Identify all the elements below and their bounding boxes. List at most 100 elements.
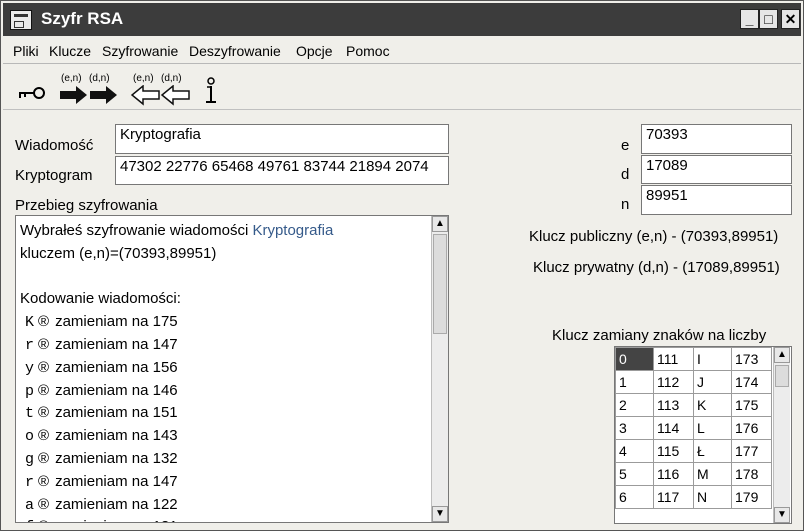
menu-szyfrowanie[interactable]: Szyfrowanie [102, 43, 178, 59]
table-scroll-thumb[interactable] [775, 365, 789, 387]
char-table-cell[interactable]: 114 [653, 416, 694, 440]
log-char: a [24, 496, 34, 514]
menu-pliki[interactable]: Pliki [13, 43, 39, 59]
log-arrow-symbol: ® [38, 404, 50, 422]
private-key-text: Klucz prywatny (d,n) - (17089,89951) [533, 259, 780, 276]
menu-pomoc[interactable]: Pomoc [346, 43, 390, 59]
char-table-cell[interactable]: K [693, 393, 732, 417]
char-table-cell[interactable]: 112 [653, 370, 694, 394]
char-table-cell[interactable]: 116 [653, 462, 694, 486]
log-scroll-down-button[interactable]: ▼ [432, 506, 448, 522]
log-number: 156 [152, 358, 178, 376]
log-arrow-symbol: ® [38, 358, 50, 376]
char-table-cell[interactable]: 113 [653, 393, 694, 417]
char-table-cell[interactable]: I [693, 347, 732, 371]
log-scroll-thumb[interactable] [433, 234, 447, 334]
char-table-cell[interactable]: 111 [653, 347, 694, 371]
d-label: d [621, 166, 630, 183]
info-button[interactable] [203, 77, 219, 110]
table-scroll-down-button[interactable]: ▼ [774, 507, 790, 523]
char-table-scrollbar[interactable]: ▲ ▼ [773, 347, 790, 523]
char-table-cell[interactable]: J [693, 370, 732, 394]
log-char: y [24, 359, 34, 377]
char-table-cell[interactable]: 5 [615, 462, 654, 486]
char-table-cell[interactable]: L [693, 416, 732, 440]
log-number: 143 [152, 427, 178, 445]
table-scroll-up-button[interactable]: ▲ [774, 347, 790, 363]
message-field[interactable]: Kryptografia [115, 124, 449, 154]
encrypt-en-label: (e,n) [61, 73, 82, 84]
char-table-row: 3 114 L 176 [615, 416, 772, 440]
char-table-cell[interactable]: 0 [615, 347, 654, 371]
app-icon [10, 10, 32, 30]
message-label: Wiadomość [15, 137, 94, 154]
n-field[interactable]: 89951 [641, 185, 792, 215]
char-table-cell[interactable]: 179 [731, 485, 772, 509]
key-icon [19, 87, 45, 99]
log-intro-key: kluczem (e,n)=(70393,89951) [20, 244, 217, 262]
char-table-cell[interactable]: Ł [693, 439, 732, 463]
log-mapping-text: zamieniam na [55, 449, 149, 467]
char-table-row: 5 116 M 178 [615, 462, 772, 486]
log-mapping-text: zamieniam na [55, 404, 149, 422]
char-table-cell[interactable]: 117 [653, 485, 694, 509]
log-number: 151 [152, 404, 178, 422]
char-table-row: 2 113 K 175 [615, 393, 772, 417]
char-table-body: 0 111 I 173 1 112 J 174 2 113 K 175 3 114 L 176 4 115 Ł 177… [615, 347, 772, 509]
n-label: n [621, 196, 630, 213]
char-table-cell[interactable]: 173 [731, 347, 772, 371]
d-field[interactable]: 17089 [641, 155, 792, 184]
char-table-cell[interactable]: 178 [731, 462, 772, 486]
char-table-row: 1 112 J 174 [615, 370, 772, 394]
key-button[interactable] [17, 85, 47, 106]
char-table-cell[interactable]: 1 [615, 370, 654, 394]
log-mapping-line: t ® zamieniam na 151 [20, 402, 428, 425]
log-arrow-symbol: ® [38, 427, 50, 445]
log-mapping-line: a ® zamieniam na 122 [20, 494, 428, 517]
log-number: 132 [152, 449, 178, 467]
char-table[interactable]: 0 111 I 173 1 112 J 174 2 113 K 175 3 114 L 176 4 115 Ł 177… [614, 346, 792, 524]
log-char: p [24, 382, 34, 400]
e-field[interactable]: 70393 [641, 124, 792, 154]
log-mapping-text: zamieniam na [55, 381, 149, 399]
char-table-cell[interactable]: 175 [731, 393, 772, 417]
log-coding-header: Kodowanie wiadomości: [20, 290, 181, 308]
close-button[interactable]: ✕ [781, 9, 800, 29]
log-mapping-text: zamieniam na [55, 472, 149, 490]
log-char: r [24, 336, 34, 354]
char-table-cell[interactable]: 2 [615, 393, 654, 417]
minimize-button[interactable]: _ [740, 9, 759, 29]
encryption-log[interactable]: Wybrałeś szyfrowanie wiadomości Kryptogr… [15, 215, 449, 523]
char-table-cell[interactable]: 177 [731, 439, 772, 463]
log-arrow-symbol: ® [38, 518, 49, 522]
maximize-button[interactable]: □ [759, 9, 778, 29]
cryptogram-field[interactable]: 47302 22776 65468 49761 83744 21894 2074 [115, 156, 449, 185]
log-char: g [24, 450, 34, 468]
toolbar: (e,n) (d,n) (e,n) (d,n) [3, 69, 801, 110]
log-arrow-symbol: ® [38, 313, 50, 331]
log-char: t [24, 405, 34, 423]
log-mapping-line: p ® zamieniam na 146 [20, 380, 428, 403]
menu-opcje[interactable]: Opcje [296, 43, 333, 59]
log-scroll-up-button[interactable]: ▲ [432, 216, 448, 232]
log-number: 147 [152, 472, 178, 490]
char-table-cell[interactable]: M [693, 462, 732, 486]
char-table-cell[interactable]: 3 [615, 416, 654, 440]
menu-klucze[interactable]: Klucze [49, 43, 91, 59]
char-table-cell[interactable]: N [693, 485, 732, 509]
char-table-cell[interactable]: 174 [731, 370, 772, 394]
decrypt-arrows-icon [131, 85, 190, 106]
log-mapping-line: r ® zamieniam na 147 [20, 471, 428, 494]
log-number: 122 [152, 495, 178, 513]
char-table-row: 0 111 I 173 [615, 347, 772, 371]
log-scrollbar[interactable]: ▲ ▼ [431, 216, 448, 522]
char-table-cell[interactable]: 176 [731, 416, 772, 440]
char-table-cell[interactable]: 115 [653, 439, 694, 463]
menu-deszyfrowanie[interactable]: Deszyfrowanie [189, 43, 281, 59]
title-bar: Szyfr RSA _ □ ✕ [3, 3, 801, 36]
char-table-cell[interactable]: 6 [615, 485, 654, 509]
log-mapping-text: zamieniam na [55, 495, 149, 513]
char-table-cell[interactable]: 4 [615, 439, 654, 463]
log-mapping-line: g ® zamieniam na 132 [20, 448, 428, 471]
info-icon [206, 77, 216, 103]
